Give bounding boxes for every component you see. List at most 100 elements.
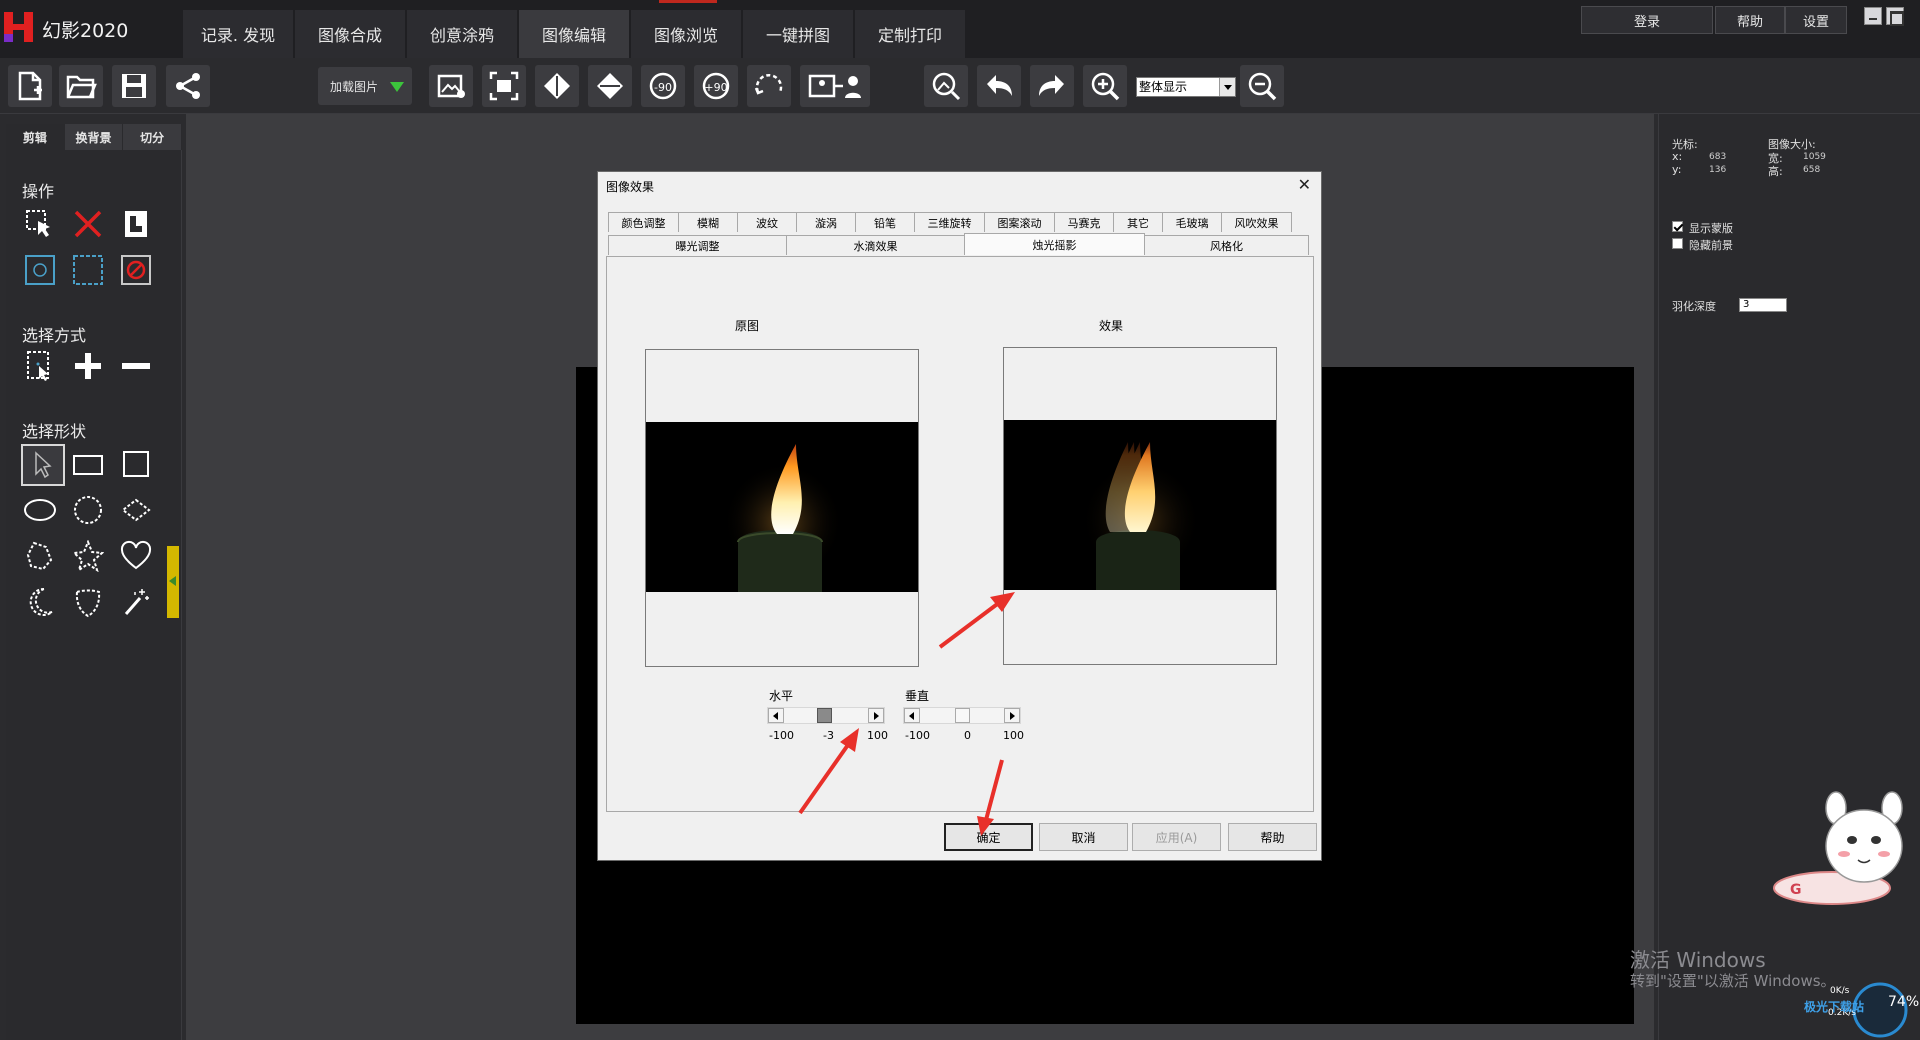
- minimize-icon[interactable]: [1864, 7, 1882, 25]
- subtract-selection-icon[interactable]: [120, 350, 152, 382]
- fit-frame-icon[interactable]: [482, 65, 526, 107]
- tab-pencil[interactable]: 铅笔: [855, 212, 915, 232]
- vertical-max: 100: [1003, 729, 1024, 742]
- magic-wand-icon[interactable]: [120, 586, 152, 618]
- apply-button[interactable]: 应用(A): [1132, 823, 1221, 851]
- tab-exposure[interactable]: 曝光调整: [608, 235, 787, 255]
- tab-change-background[interactable]: 换背景: [64, 124, 124, 150]
- scroll-left-icon[interactable]: [768, 708, 784, 723]
- tab-blur[interactable]: 模糊: [678, 212, 738, 232]
- tab-mosaic[interactable]: 马赛克: [1054, 212, 1114, 232]
- feather-depth-input[interactable]: 3: [1739, 298, 1787, 312]
- help-button[interactable]: 帮助: [1715, 6, 1785, 34]
- svg-text:G: G: [1790, 882, 1802, 898]
- arrow-select-icon[interactable]: [21, 444, 65, 486]
- delete-x-icon[interactable]: [72, 208, 104, 240]
- person-replace-icon[interactable]: [800, 65, 870, 107]
- tab-other[interactable]: 其它: [1113, 212, 1163, 232]
- app-title: 幻影2020: [42, 20, 129, 42]
- menu-tab-print[interactable]: 定制打印: [855, 10, 965, 58]
- show-mask-checkbox[interactable]: [1672, 221, 1683, 232]
- close-icon[interactable]: ✕: [1298, 175, 1311, 194]
- rotate-minus-90-icon[interactable]: -90: [641, 65, 685, 107]
- flip-vertical-icon[interactable]: [588, 65, 632, 107]
- tab-3d-rotate[interactable]: 三维旋转: [914, 212, 985, 232]
- vertical-slider-thumb[interactable]: [954, 708, 970, 723]
- share-icon[interactable]: [166, 65, 210, 107]
- new-file-icon[interactable]: [8, 65, 52, 107]
- hide-foreground-checkbox[interactable]: [1672, 238, 1683, 249]
- login-button[interactable]: 登录: [1581, 6, 1713, 34]
- add-selection-icon[interactable]: [72, 350, 104, 382]
- tab-water-drop[interactable]: 水滴效果: [786, 235, 965, 255]
- zoom-out-icon[interactable]: [1240, 65, 1284, 107]
- menu-tab-compose[interactable]: 图像合成: [295, 10, 405, 58]
- horizontal-slider[interactable]: [767, 707, 885, 724]
- operations-heading: 操作: [22, 182, 55, 201]
- rect-dashed-icon[interactable]: [72, 254, 104, 286]
- clear-selection-icon[interactable]: [120, 254, 152, 286]
- load-image-dropdown[interactable]: 加载图片: [318, 67, 412, 105]
- save-icon[interactable]: [112, 65, 156, 107]
- tab-clip[interactable]: 剪辑: [6, 124, 65, 150]
- rotate-plus-90-icon[interactable]: +90: [694, 65, 738, 107]
- heart-shape-icon[interactable]: [120, 540, 152, 572]
- hide-foreground-label: 隐藏前景: [1689, 239, 1733, 252]
- open-folder-icon[interactable]: [59, 65, 103, 107]
- scroll-left-icon[interactable]: [904, 708, 920, 723]
- zoom-select[interactable]: 整体显示: [1136, 77, 1236, 97]
- horizontal-value: -3: [823, 729, 834, 742]
- tab-stylize[interactable]: 风格化: [1144, 235, 1309, 255]
- circle-shape-icon[interactable]: [72, 494, 104, 526]
- menu-tab-collage[interactable]: 一键拼图: [743, 10, 853, 58]
- horizontal-slider-thumb[interactable]: [817, 708, 833, 723]
- menu-tab-record[interactable]: 记录. 发现: [183, 10, 293, 58]
- network-upload: 0K/s: [1830, 986, 1850, 996]
- flip-horizontal-icon[interactable]: [535, 65, 579, 107]
- cancel-button[interactable]: 取消: [1039, 823, 1128, 851]
- scroll-right-icon[interactable]: [868, 708, 884, 723]
- tab-frosted-glass[interactable]: 毛玻璃: [1162, 212, 1222, 232]
- vertical-min: -100: [905, 729, 930, 742]
- tab-color-adjust[interactable]: 颜色调整: [608, 212, 679, 232]
- tab-split[interactable]: 切分: [123, 124, 183, 150]
- copy-shape-icon[interactable]: [120, 208, 152, 240]
- crop-image-icon[interactable]: [429, 65, 473, 107]
- polygon-shape-icon[interactable]: [24, 540, 56, 572]
- diamond-shape-icon[interactable]: [120, 494, 152, 526]
- ok-button[interactable]: 确定: [944, 823, 1033, 851]
- tab-pattern-scroll[interactable]: 图案滚动: [984, 212, 1055, 232]
- portrait-icon[interactable]: [924, 65, 968, 107]
- mascot-widget[interactable]: G: [1772, 784, 1920, 910]
- ellipse-select-icon[interactable]: [24, 254, 56, 286]
- zoom-in-icon[interactable]: [1083, 65, 1127, 107]
- redo-icon[interactable]: [1030, 65, 1074, 107]
- ellipse-shape-icon[interactable]: [24, 494, 56, 526]
- help-dialog-button[interactable]: 帮助: [1228, 823, 1317, 851]
- new-selection-icon[interactable]: [24, 350, 56, 382]
- cursor-y-value: 136: [1709, 165, 1727, 175]
- menu-tab-doodle[interactable]: 创意涂鸦: [407, 10, 517, 58]
- undo-icon[interactable]: [977, 65, 1021, 107]
- scroll-right-icon[interactable]: [1004, 708, 1020, 723]
- site-watermark: 极光下载站: [1804, 1000, 1865, 1014]
- star-shape-icon[interactable]: [72, 540, 104, 572]
- menu-tab-browse[interactable]: 图像浏览: [631, 10, 741, 58]
- maximize-icon[interactable]: [1886, 7, 1904, 26]
- panel-collapse-handle[interactable]: [167, 546, 179, 618]
- moon-shape-icon[interactable]: [24, 586, 56, 618]
- select-pointer-icon[interactable]: [24, 208, 56, 240]
- free-rotate-icon[interactable]: [747, 65, 791, 107]
- menu-tab-image-edit[interactable]: 图像编辑: [519, 10, 629, 58]
- vertical-slider[interactable]: [903, 707, 1021, 724]
- tab-ripple[interactable]: 波纹: [737, 212, 797, 232]
- rectangle-shape-icon[interactable]: [72, 448, 104, 480]
- square-shape-icon[interactable]: [120, 448, 152, 480]
- tab-swirl[interactable]: 漩涡: [796, 212, 856, 232]
- settings-button[interactable]: 设置: [1785, 6, 1847, 34]
- tab-candle-flicker[interactable]: 烛光摇影: [964, 233, 1145, 255]
- original-candle-image: [646, 422, 918, 592]
- tab-wind-effect[interactable]: 风吹效果: [1221, 212, 1292, 232]
- horizontal-max: 100: [867, 729, 888, 742]
- shield-shape-icon[interactable]: [72, 586, 104, 618]
